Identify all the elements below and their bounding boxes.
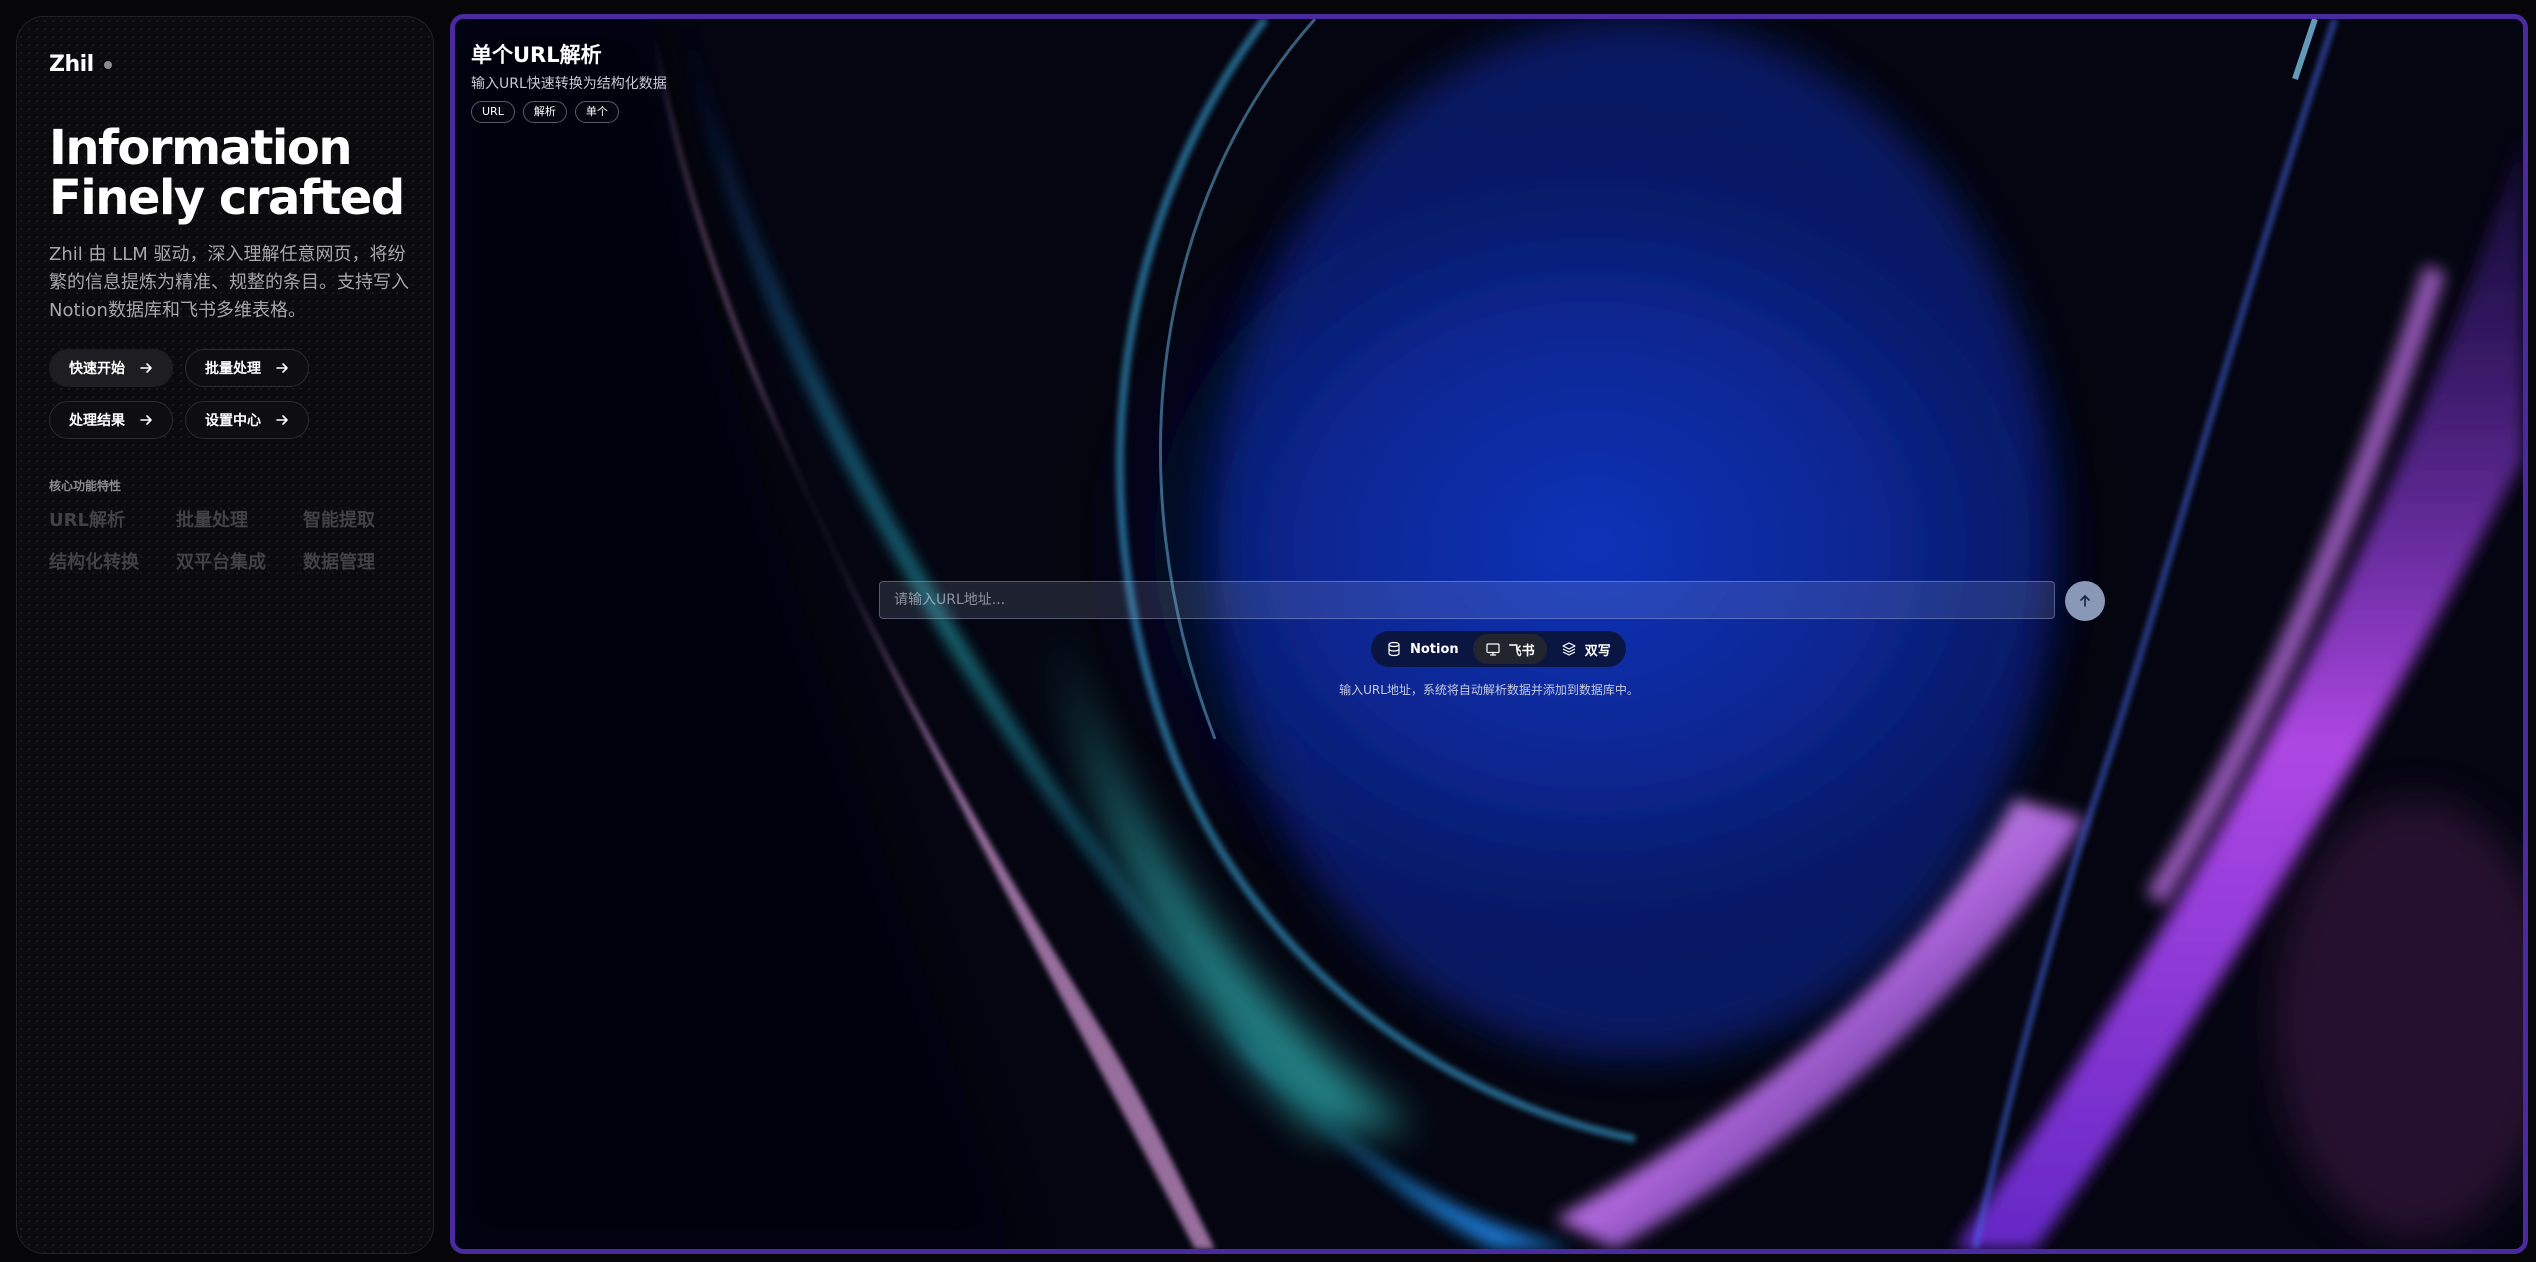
- submit-button[interactable]: [2065, 581, 2105, 621]
- target-mode-switch: Notion 飞书 双写: [1371, 631, 1626, 667]
- sidebar: Zhil Information Finely crafted Zhil 由 L…: [16, 16, 434, 1254]
- features-list: URL解析 批量处理 智能提取 结构化转换 双平台集成 数据管理: [49, 506, 401, 574]
- app-root: Zhil Information Finely crafted Zhil 由 L…: [0, 0, 2536, 1262]
- arrow-right-icon: [276, 415, 288, 425]
- feature-item: 批量处理: [176, 510, 248, 531]
- layers-icon: [1562, 642, 1576, 656]
- main-panel: 单个URL解析 输入URL快速转换为结构化数据 URL 解析 单个 Notion…: [450, 14, 2528, 1254]
- input-hint: 输入URL地址，系统将自动解析数据并添加到数据库中。: [1339, 683, 1639, 697]
- settings-label: 设置中心: [205, 413, 261, 429]
- results-label: 处理结果: [69, 413, 125, 429]
- url-form: [879, 581, 2105, 621]
- page-subtitle: 输入URL快速转换为结构化数据: [471, 76, 667, 92]
- arrow-up-icon: [2080, 595, 2090, 607]
- batch-process-label: 批量处理: [205, 361, 261, 377]
- feature-item: 双平台集成: [176, 552, 266, 573]
- logo-dot-icon: [103, 61, 112, 69]
- tag-single: 单个: [574, 101, 619, 123]
- arrow-right-icon: [140, 363, 152, 373]
- feature-item: URL解析: [49, 510, 125, 531]
- tag-parse: 解析: [522, 101, 567, 123]
- url-input[interactable]: [879, 581, 2055, 619]
- features-title: 核心功能特性: [49, 479, 122, 493]
- hero-line-1: Information: [49, 120, 353, 176]
- quick-start-button[interactable]: 快速开始: [49, 349, 173, 387]
- quick-start-label: 快速开始: [69, 361, 125, 377]
- results-button[interactable]: 处理结果: [49, 401, 173, 439]
- mode-dual-write-label: 双写: [1584, 643, 1611, 659]
- feature-item: 结构化转换: [49, 552, 139, 573]
- hero-line-2: Finely crafted: [49, 170, 405, 226]
- arrow-right-icon: [276, 363, 288, 373]
- settings-button[interactable]: 设置中心: [185, 401, 309, 439]
- feature-item: 智能提取: [303, 510, 375, 531]
- panel-header: 单个URL解析 输入URL快速转换为结构化数据 URL 解析 单个: [471, 39, 667, 123]
- database-icon: [1388, 641, 1400, 657]
- feature-item: 数据管理: [303, 552, 375, 573]
- hero-heading: Information Finely crafted: [49, 120, 405, 226]
- monitor-icon: [1486, 643, 1500, 656]
- batch-process-button[interactable]: 批量处理: [185, 349, 309, 387]
- logo[interactable]: Zhil: [49, 49, 401, 79]
- logo-text: Zhil: [49, 51, 94, 77]
- mode-feishu-label: 飞书: [1508, 643, 1535, 659]
- mode-notion-label: Notion: [1410, 641, 1459, 657]
- hero-description: Zhil 由 LLM 驱动，深入理解任意网页，将纷繁的信息提炼为精准、规整的条目…: [49, 244, 409, 321]
- tag-list: URL 解析 单个: [471, 101, 667, 123]
- nav-buttons: 快速开始 批量处理 处理结果 设置中心: [49, 349, 401, 439]
- page-title: 单个URL解析: [471, 43, 602, 67]
- tag-url: URL: [471, 101, 515, 123]
- mode-dual-write[interactable]: 双写: [1549, 634, 1623, 664]
- mode-notion[interactable]: Notion: [1374, 634, 1471, 664]
- mode-feishu[interactable]: 飞书: [1472, 634, 1547, 664]
- arrow-right-icon: [140, 415, 152, 425]
